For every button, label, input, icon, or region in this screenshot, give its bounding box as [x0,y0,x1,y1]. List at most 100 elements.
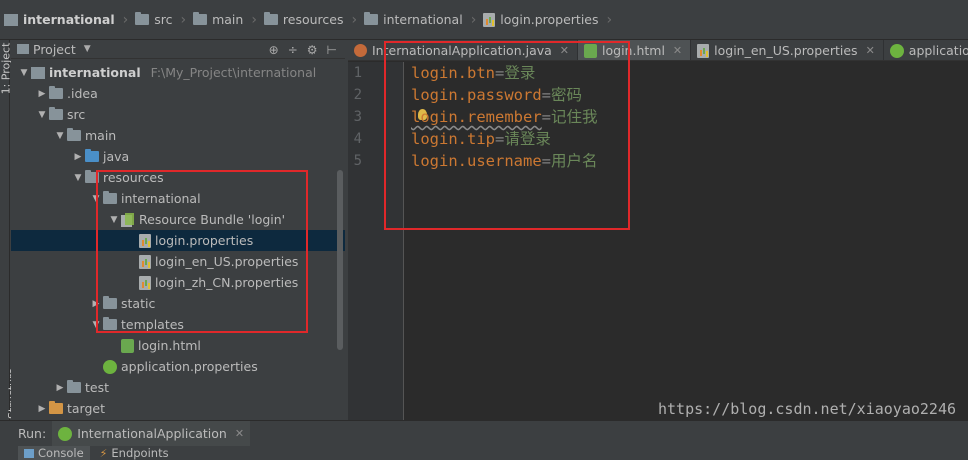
tree-item-label: resources [103,170,164,185]
tree-item-label: src [67,107,86,122]
run-label: Run: [18,426,47,441]
tree-item[interactable]: ▼ src [11,104,345,125]
chevron-down-icon[interactable]: ▼ [84,44,91,54]
breadcrumb-src[interactable]: src [135,0,178,39]
tree-item[interactable]: ▼ international [11,188,345,209]
hide-icon[interactable]: ⊢ [327,43,337,57]
line-number-gutter: 1 2 3 4 5 [348,62,427,420]
line-number: 4 [353,131,362,147]
endpoints-icon: ⚡ [99,446,108,460]
code-line[interactable]: login.tip=请登录 [411,128,598,150]
properties-file-icon [139,233,151,248]
property-key: login.btn [411,64,495,82]
tree-item[interactable]: application.properties [11,356,345,377]
run-tool-window-bar: Run: InternationalApplication ✕ [0,420,968,447]
expand-arrow-right-icon[interactable]: ▶ [53,383,67,393]
tree-item-label: login.properties [155,233,254,248]
code-text[interactable]: login.btn=登录 login.password=密码 login.remem… [411,62,598,172]
tree-item[interactable]: ▶ .idea [11,83,345,104]
tree-item[interactable]: ▶ test [11,377,345,398]
code-line[interactable]: login.username=用户名 [411,150,598,172]
project-view-selector[interactable]: Project [33,42,76,57]
tree-item[interactable]: ▼ main [11,125,345,146]
property-key: login.username [411,152,542,170]
chevron-right-icon: › [122,11,129,28]
code-line[interactable]: login.btn=登录 [411,62,598,84]
chevron-right-icon: › [251,11,257,28]
code-line[interactable]: login.password=密码 [411,84,598,106]
expand-arrow-down-icon[interactable]: ▼ [53,131,67,141]
tree-item[interactable]: ▶ target [11,398,345,419]
editor-tab[interactable]: application.prop [884,40,968,60]
tree-item[interactable]: ▶ static [11,293,345,314]
close-icon[interactable]: ✕ [560,44,569,57]
tree-item[interactable]: ▶ java [11,146,345,167]
tree-item-label: java [103,149,130,164]
chevron-right-icon: › [180,11,187,28]
property-separator: = [541,108,551,126]
breadcrumb-login-properties[interactable]: login.properties [483,0,604,39]
expand-arrow-down-icon[interactable]: ▼ [35,110,49,120]
editor-tabs: InternationalApplication.java ✕ login.html… [348,40,968,61]
editor-tab[interactable]: login.html ✕ [578,40,692,60]
breadcrumb-international[interactable]: international [364,0,469,39]
line-number: 1 [353,65,362,81]
tree-item-label: test [85,380,110,395]
spring-config-icon [103,359,117,374]
watermark-text: https://blog.csdn.net/xiaoyao2246 [657,400,956,418]
tree-item-label: Resource Bundle 'login' [139,212,286,227]
tree-item-label: application.properties [121,359,258,374]
tree-item[interactable]: login.properties [11,230,345,251]
tree-item[interactable]: login_zh_CN.properties [11,272,345,293]
expand-arrow-right-icon[interactable]: ▶ [89,299,103,309]
tree-item-label: main [85,128,117,143]
editor-area: InternationalApplication.java ✕ login.html… [348,40,968,420]
expand-arrow-down-icon[interactable]: ▼ [17,68,31,78]
editor-tab-label: application.prop [908,43,968,58]
breadcrumb-resources[interactable]: resources [263,0,350,39]
expand-arrow-right-icon[interactable]: ▶ [35,89,49,99]
editor-tab[interactable]: InternationalApplication.java ✕ [348,40,579,60]
close-icon[interactable]: ✕ [673,44,682,57]
tree-item-label: templates [121,317,184,332]
breadcrumb-project[interactable]: international [4,0,121,39]
folder-icon [364,12,379,25]
properties-file-icon [139,275,151,290]
close-icon[interactable]: ✕ [866,44,875,57]
folder-icon [67,380,81,393]
project-scrollbar[interactable] [337,170,343,350]
endpoints-tab[interactable]: ⚡ Endpoints [100,446,169,460]
property-key: login.tip [411,130,495,148]
console-tab[interactable]: Console [18,446,90,460]
line-number: 3 [353,109,362,125]
tree-item[interactable]: login_en_US.properties [11,251,345,272]
tree-item[interactable]: ▼ resources [11,167,345,188]
expand-arrow-down-icon[interactable]: ▼ [89,194,103,204]
folder-icon [193,12,208,25]
chevron-right-icon: › [470,11,477,28]
editor-tab-label: login.html [602,43,665,58]
tree-item[interactable]: ▼ international F:\My_Project\internationa… [11,62,345,83]
code-line[interactable]: login.remember=记住我 [411,106,598,128]
expand-arrow-right-icon[interactable]: ▶ [71,152,85,162]
locate-icon[interactable]: ⊕ [269,43,279,57]
line-number: 2 [353,87,362,103]
console-icon [24,448,34,458]
expand-arrow-right-icon[interactable]: ▶ [35,404,49,414]
expand-arrow-down-icon[interactable]: ▼ [89,320,103,330]
tree-item[interactable]: ▼ templates [11,314,345,335]
breadcrumb-main[interactable]: main [193,0,249,39]
settings-icon[interactable]: ⚙ [307,43,318,57]
tree-item[interactable]: login.html [11,335,345,356]
tree-item-label: international [49,65,141,80]
expand-arrow-down-icon[interactable]: ▼ [107,215,121,225]
property-value: 记住我 [551,108,598,126]
folder-icon [103,191,117,204]
expand-arrow-down-icon[interactable]: ▼ [71,173,85,183]
editor-tab[interactable]: login_en_US.properties ✕ [691,40,884,60]
run-config-tab[interactable]: InternationalApplication ✕ [52,420,251,447]
excluded-folder-icon [49,401,63,414]
close-icon[interactable]: ✕ [235,427,244,440]
collapse-icon[interactable]: ÷ [288,43,298,57]
tree-item[interactable]: ▼ Resource Bundle 'login' [11,209,345,230]
